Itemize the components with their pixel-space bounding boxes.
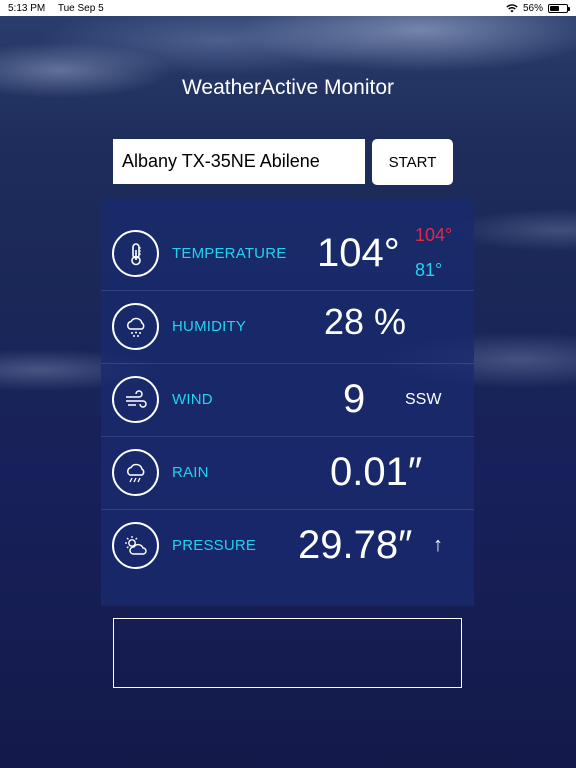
humidity-label: HUMIDITY (172, 318, 247, 335)
humidity-value: 28 % (324, 301, 407, 342)
rain-cloud-icon (112, 449, 159, 496)
battery-icon (548, 3, 570, 13)
temperature-low: 81° (415, 260, 443, 280)
status-left: 5:13 PM Tue Sep 5 (8, 3, 114, 14)
temperature-row: TEMPERATURE 104° 104° 81° (101, 217, 474, 290)
wifi-icon (506, 4, 518, 13)
weather-panel: TEMPERATURE 104° 104° 81° HUMIDITY 28 % (101, 199, 474, 606)
pressure-value: 29.78″ (298, 523, 413, 567)
wind-direction: SSW (405, 391, 442, 408)
temperature-high: 104° (415, 225, 453, 245)
status-date: Tue Sep 5 (57, 2, 104, 14)
wind-row: WIND 9 SSW (101, 363, 474, 436)
pressure-label: PRESSURE (172, 537, 257, 554)
start-button[interactable]: START (372, 139, 453, 185)
humidity-row: HUMIDITY 28 % (101, 290, 474, 363)
thermometer-icon (112, 230, 159, 277)
app-title: WeatherActive Monitor (181, 76, 395, 99)
status-right: 56% (506, 2, 570, 14)
rain-label: RAIN (172, 464, 209, 481)
sun-cloud-icon (112, 522, 159, 569)
temperature-label: TEMPERATURE (172, 245, 287, 262)
message-box (113, 618, 462, 688)
pressure-row: PRESSURE 29.78″ ↑ (101, 509, 474, 582)
status-bar: 5:13 PM Tue Sep 5 56% (0, 0, 576, 16)
location-input[interactable] (113, 139, 365, 184)
rain-row: RAIN 0.01″ (101, 436, 474, 509)
temperature-value: 104° (317, 231, 400, 275)
pressure-trend-arrow: ↑ (433, 534, 443, 556)
status-time: 5:13 PM (8, 2, 46, 14)
wind-speed-value: 9 (343, 377, 366, 421)
battery-fill (550, 5, 559, 11)
humidity-cloud-icon (112, 303, 159, 350)
wind-icon (112, 376, 159, 423)
battery-percent: 56% (522, 2, 543, 14)
rain-value: 0.01″ (330, 450, 423, 494)
wind-label: WIND (172, 391, 213, 408)
